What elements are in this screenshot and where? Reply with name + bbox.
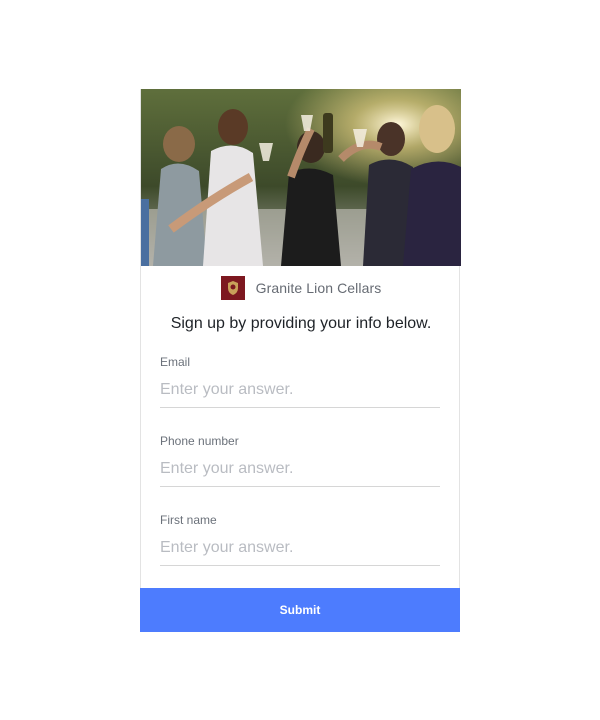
email-input[interactable] [160, 378, 440, 408]
first-name-field-group: First name [160, 512, 440, 566]
signup-card: Granite Lion Cellars Sign up by providin… [140, 89, 461, 632]
phone-number-label: Phone number [160, 434, 239, 448]
email-label: Email [160, 355, 191, 369]
submit-button[interactable]: Submit [140, 588, 460, 632]
hero-image [141, 89, 461, 266]
first-name-input[interactable] [160, 536, 440, 566]
phone-number-input[interactable] [160, 457, 440, 487]
brand-name: Granite Lion Cellars [255, 280, 382, 296]
email-field-group: Email [160, 354, 440, 408]
first-name-label: First name [160, 513, 217, 527]
lion-crest-icon [220, 276, 245, 300]
form-headline: Sign up by providing your info below. [170, 315, 432, 332]
phone-field-group: Phone number [160, 433, 440, 487]
brand-header: Granite Lion Cellars [141, 275, 461, 301]
